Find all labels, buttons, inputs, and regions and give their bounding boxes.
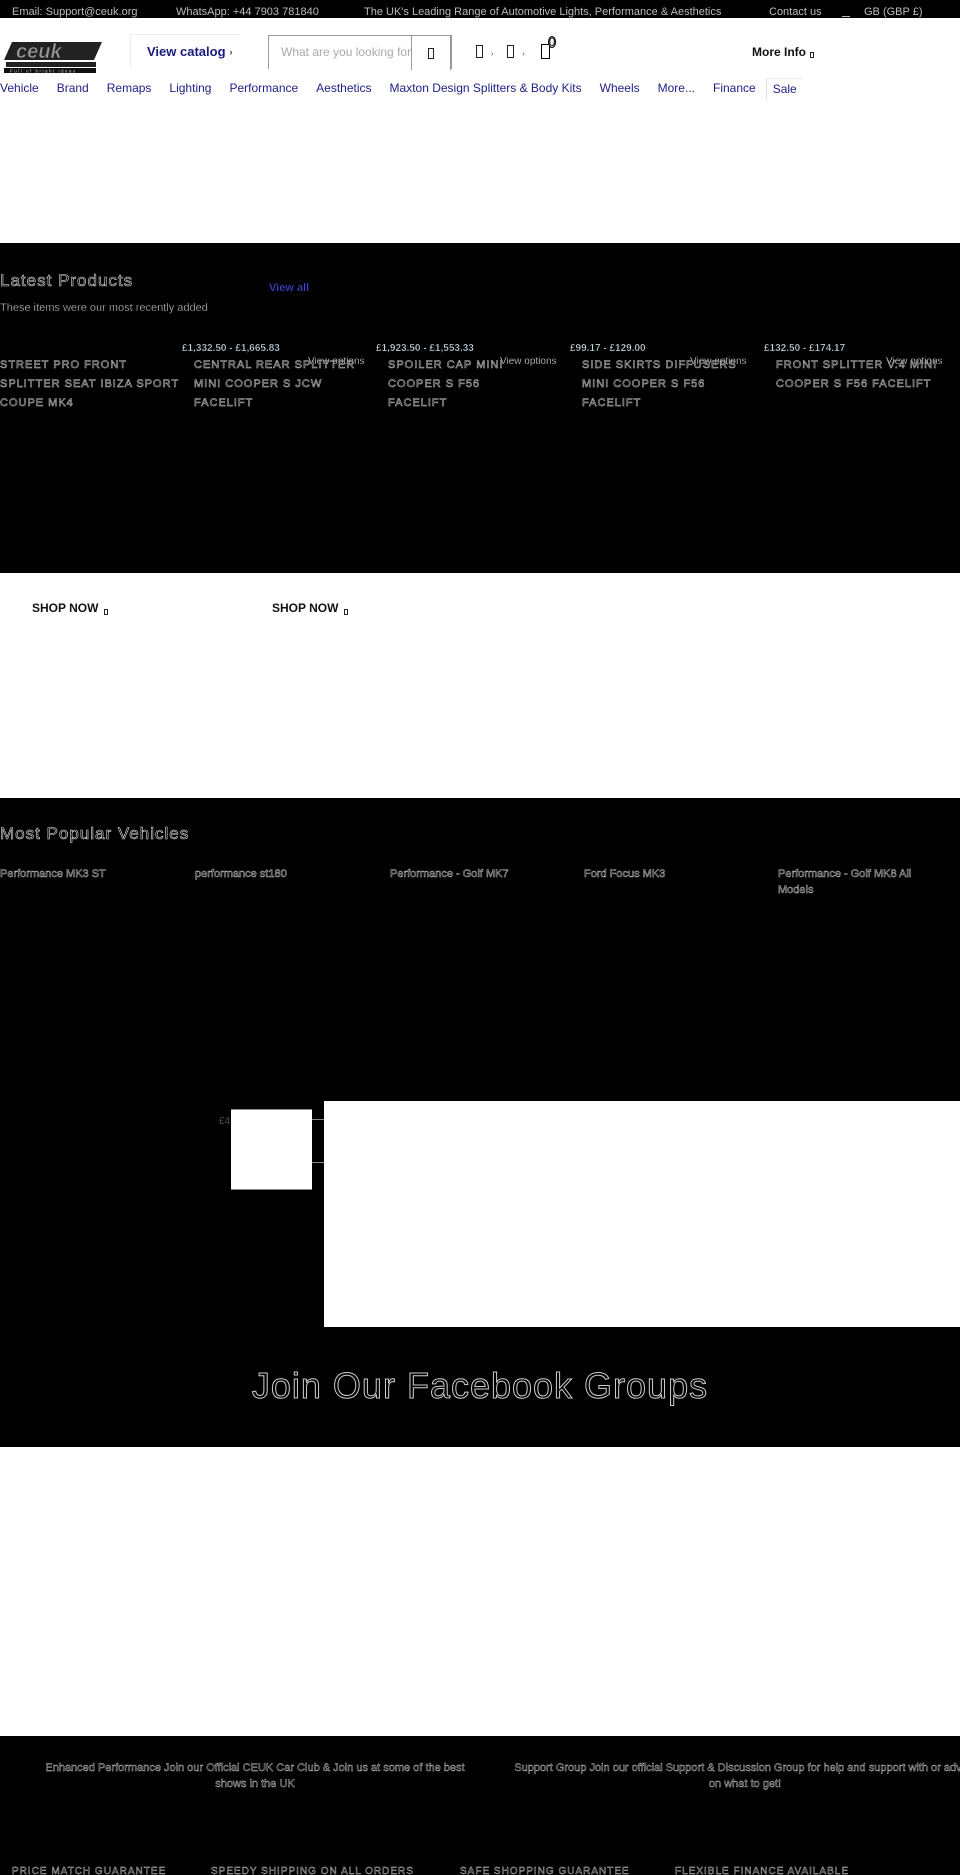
- nav-item-lighting[interactable]: Lighting: [169, 81, 211, 95]
- topbar-whatsapp[interactable]: WhatsApp: +44 7903 781840: [176, 6, 319, 18]
- topbar-tagline: The UK's Leading Range of Automotive Lig…: [364, 6, 722, 18]
- site-logo[interactable]: ceuk Full of bright ideas: [4, 38, 104, 74]
- shop-now-button-1[interactable]: SHOP NOW: [32, 601, 109, 615]
- product-price: £1,923.50 - £1,553.33: [376, 343, 474, 354]
- product-price: £1,332.50 - £1,665.83: [182, 343, 280, 354]
- facebook-group-enhanced-performance[interactable]: Enhanced Performance Join our Official C…: [30, 1760, 480, 1792]
- topbar-email[interactable]: Email: Support@ceuk.org: [12, 6, 138, 18]
- ceuk-logo-icon: ceuk Full of bright ideas: [4, 41, 102, 74]
- latest-products-section: Latest Products View all These items wer…: [0, 243, 960, 573]
- nav-item-remaps[interactable]: Remaps: [107, 81, 152, 95]
- latest-products-title: Latest Products: [0, 271, 134, 291]
- currency-selector[interactable]: GB (GBP £): [864, 6, 922, 18]
- vehicle-link[interactable]: Performance - Golf MK7: [390, 866, 560, 882]
- view-options-button[interactable]: View options: [886, 356, 943, 367]
- facebook-group-support[interactable]: Support Group Join our official Support …: [510, 1760, 960, 1792]
- search-button[interactable]: [411, 36, 451, 70]
- more-info-label: More Info: [752, 45, 806, 59]
- view-options-button[interactable]: View options: [690, 356, 747, 367]
- featured-thumbnail[interactable]: [231, 1109, 312, 1190]
- search-input[interactable]: [269, 36, 411, 68]
- product-price: £132.50 - £174.17: [764, 343, 846, 354]
- vehicle-link[interactable]: Performance MK3 ST: [0, 866, 170, 882]
- view-options-button[interactable]: View options: [500, 356, 557, 367]
- wishlist-button[interactable]: ›: [507, 45, 525, 58]
- product-price: £99.17 - £129.00: [570, 343, 646, 354]
- site-header: ceuk Full of bright ideas View catalog ›…: [0, 18, 960, 120]
- cart-button[interactable]: 0: [539, 36, 556, 59]
- arrow-right-icon: [104, 609, 109, 615]
- cart-count-badge: 0: [547, 35, 556, 49]
- topbar-divider: [842, 16, 850, 17]
- search-bar: [268, 35, 452, 70]
- popular-vehicles-title: Most Popular Vehicles: [0, 824, 190, 844]
- facebook-groups-title: Join Our Facebook Groups: [251, 1365, 709, 1407]
- top-bar: Email: Support@ceuk.org WhatsApp: +44 79…: [0, 0, 960, 18]
- main-nav: Vehicle Brand Remaps Lighting Performanc…: [0, 76, 821, 100]
- footer: Enhanced Performance Join our Official C…: [0, 1736, 960, 1875]
- chevron-icon: ›: [522, 51, 525, 58]
- shop-now-label: SHOP NOW: [32, 601, 99, 615]
- featured-price: £4: [219, 1116, 231, 1127]
- featured-image-panel: [324, 1101, 960, 1327]
- view-all-link[interactable]: View all: [269, 282, 309, 294]
- usp-safe-shopping: SAFE SHOPPING GUARANTEE: [460, 1866, 630, 1875]
- view-catalog-label: View catalog: [147, 44, 226, 59]
- nav-item-more[interactable]: More...: [658, 81, 695, 95]
- arrow-right-icon: [344, 609, 349, 615]
- nav-item-performance[interactable]: Performance: [229, 81, 298, 95]
- chevron-down-icon: [810, 52, 814, 58]
- topbar-contact-link[interactable]: Contact us: [769, 6, 822, 18]
- nav-item-aesthetics[interactable]: Aesthetics: [316, 81, 371, 95]
- vehicle-link[interactable]: Ford Focus MK3: [584, 866, 754, 882]
- header-icons: › › 0: [476, 36, 564, 59]
- nav-item-brand[interactable]: Brand: [57, 81, 89, 95]
- vehicle-link[interactable]: performance st180: [195, 866, 365, 882]
- view-options-button[interactable]: View options: [308, 356, 365, 367]
- account-icon: [476, 45, 483, 58]
- shop-now-button-2[interactable]: SHOP NOW: [272, 601, 349, 615]
- chevron-icon: ›: [491, 51, 494, 58]
- svg-text:Full of bright ideas: Full of bright ideas: [10, 69, 77, 74]
- chevron-right-icon: ›: [229, 46, 233, 57]
- account-button[interactable]: ›: [476, 45, 493, 58]
- wishlist-icon: [507, 45, 515, 58]
- usp-price-match: PRICE MATCH GUARANTEE: [12, 1866, 167, 1875]
- nav-item-sale[interactable]: Sale: [765, 77, 803, 99]
- nav-item-wheels[interactable]: Wheels: [600, 81, 640, 95]
- vehicle-link[interactable]: Performance - Golf MK8 All Models: [778, 866, 948, 898]
- product-name[interactable]: STREET PRO FRONT SPLITTER SEAT IBIZA SPO…: [0, 356, 180, 413]
- nav-item-vehicle[interactable]: Vehicle: [0, 81, 39, 95]
- shop-now-label: SHOP NOW: [272, 601, 339, 615]
- facebook-groups-banner: Join Our Facebook Groups: [0, 1327, 960, 1447]
- search-icon: [428, 47, 434, 59]
- divider: [312, 1162, 324, 1163]
- latest-products-subtitle: These items were our most recently added: [0, 302, 208, 314]
- usp-flexible-finance: FLEXIBLE FINANCE AVAILABLE: [675, 1866, 850, 1875]
- usp-speedy-shipping: SPEEDY SHIPPING ON ALL ORDERS: [211, 1866, 414, 1875]
- cart-icon: 0: [540, 36, 556, 59]
- divider: [312, 1119, 324, 1120]
- more-info-button[interactable]: More Info: [752, 45, 814, 59]
- nav-item-finance[interactable]: Finance: [713, 81, 756, 95]
- popular-vehicles-section: Most Popular Vehicles Performance MK3 ST…: [0, 798, 960, 1101]
- nav-item-maxton-design[interactable]: Maxton Design Splitters & Body Kits: [390, 81, 582, 95]
- view-catalog-button[interactable]: View catalog ›: [130, 34, 240, 68]
- svg-text:ceuk: ceuk: [16, 41, 62, 63]
